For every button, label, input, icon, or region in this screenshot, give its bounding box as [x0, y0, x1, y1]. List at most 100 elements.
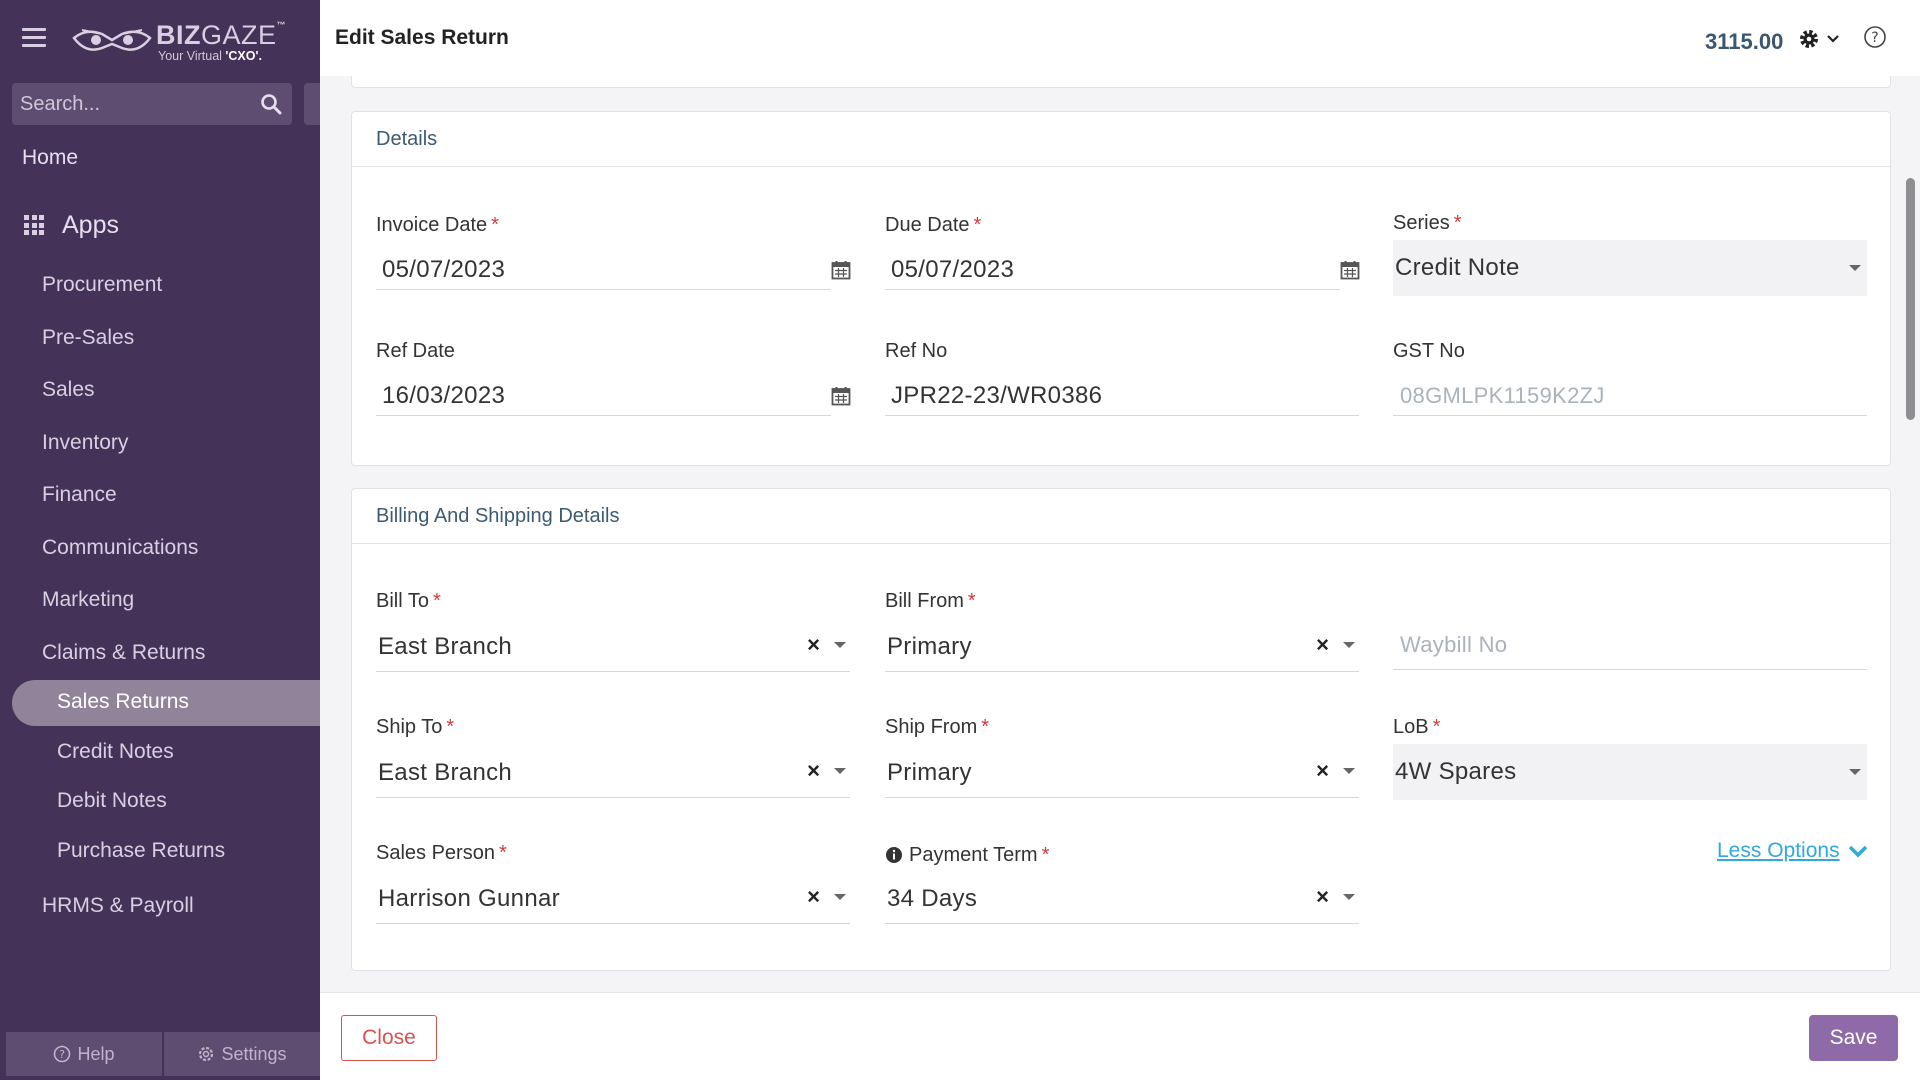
clear-icon[interactable]: ×: [1316, 886, 1329, 908]
nav-finance[interactable]: Finance: [42, 483, 117, 507]
bill-to-field: Bill To * East Branch ×: [376, 590, 850, 672]
bill-from-select[interactable]: Primary ×: [885, 622, 1359, 672]
gst-no-label: GST No: [1393, 340, 1465, 362]
nav-marketing[interactable]: Marketing: [42, 588, 134, 612]
invoice-date-input[interactable]: 05/07/2023: [376, 250, 831, 290]
owl-logo-icon: [72, 29, 152, 51]
lob-select[interactable]: 4W Spares: [1393, 744, 1867, 800]
bill-to-select[interactable]: East Branch ×: [376, 622, 850, 672]
form-scroll-area[interactable]: Details Invoice Date * 05/07/2023 Due Dat…: [320, 76, 1920, 992]
dropdown-arrow-icon: [1849, 265, 1861, 271]
chevron-down-icon[interactable]: [1826, 34, 1840, 44]
calendar-icon[interactable]: [1340, 260, 1360, 280]
less-options-link[interactable]: Less Options: [1717, 839, 1868, 863]
nav-credit-notes[interactable]: Credit Notes: [57, 740, 174, 764]
dropdown-arrow-icon[interactable]: [1343, 894, 1355, 900]
due-date-label: Due Date *: [885, 214, 982, 236]
ref-date-label: Ref Date: [376, 340, 455, 362]
payment-term-select[interactable]: 34 Days ×: [885, 874, 1359, 924]
ship-to-select[interactable]: East Branch ×: [376, 748, 850, 798]
due-date-input[interactable]: 05/07/2023: [885, 250, 1340, 290]
dropdown-arrow-icon[interactable]: [834, 768, 846, 774]
dropdown-arrow-icon: [1849, 769, 1861, 775]
nav-inventory[interactable]: Inventory: [42, 431, 128, 455]
scrollbar-thumb[interactable]: [1906, 178, 1915, 420]
sidebar-search: [12, 83, 292, 125]
details-heading: Details: [352, 112, 1890, 167]
clear-icon[interactable]: ×: [1316, 634, 1329, 656]
dropdown-arrow-icon[interactable]: [1343, 768, 1355, 774]
nav-home[interactable]: Home: [22, 146, 78, 170]
nav-debit-notes[interactable]: Debit Notes: [57, 789, 167, 813]
nav-communications[interactable]: Communications: [42, 536, 198, 560]
clear-icon[interactable]: ×: [807, 634, 820, 656]
dropdown-arrow-icon[interactable]: [1343, 642, 1355, 648]
nav-sales-returns-label: Sales Returns: [57, 690, 189, 713]
details-card: Details Invoice Date * 05/07/2023 Due Dat…: [351, 111, 1891, 466]
lob-label: LoB *: [1393, 716, 1441, 738]
nav-pre-sales[interactable]: Pre-Sales: [42, 326, 134, 350]
scrollbar[interactable]: [1906, 126, 1916, 992]
series-field: Series * Credit Note: [1393, 212, 1867, 296]
ref-no-input[interactable]: JPR22-23/WR0386: [885, 376, 1359, 416]
total-amount: 3115.00: [1705, 29, 1784, 54]
waybill-input[interactable]: Waybill No: [1393, 620, 1867, 670]
nav-claims-returns[interactable]: Claims & Returns: [42, 641, 205, 665]
sidebar: BIZGAZE™ Your Virtual 'CXO'. Home Apps P…: [0, 0, 320, 1080]
payment-term-field: Payment Term * 34 Days ×: [885, 842, 1359, 924]
ref-date-input[interactable]: 16/03/2023: [376, 376, 831, 416]
clear-icon[interactable]: ×: [1316, 760, 1329, 782]
lob-field: LoB * 4W Spares: [1393, 716, 1867, 800]
dropdown-arrow-icon[interactable]: [834, 894, 846, 900]
grid-icon: [24, 215, 44, 235]
close-button[interactable]: Close: [341, 1015, 437, 1061]
ref-no-field: Ref No JPR22-23/WR0386: [885, 340, 1359, 416]
ship-from-field: Ship From * Primary ×: [885, 716, 1359, 798]
apps-label: Apps: [62, 210, 119, 239]
clear-icon[interactable]: ×: [807, 760, 820, 782]
bill-to-label: Bill To *: [376, 590, 441, 612]
help-button[interactable]: ? Help: [6, 1032, 162, 1076]
gst-no-input[interactable]: 08GMLPK1159K2ZJ: [1393, 376, 1867, 416]
calendar-icon[interactable]: [831, 260, 851, 280]
clear-icon[interactable]: ×: [807, 886, 820, 908]
series-select[interactable]: Credit Note: [1393, 240, 1867, 296]
sales-person-select[interactable]: Harrison Gunnar ×: [376, 874, 850, 924]
sales-person-label: Sales Person *: [376, 842, 507, 864]
billing-shipping-card: Billing And Shipping Details Bill To * Ea…: [351, 488, 1891, 971]
invoice-date-label: Invoice Date *: [376, 214, 499, 236]
ship-to-field: Ship To * East Branch ×: [376, 716, 850, 798]
svg-text:?: ?: [1871, 30, 1878, 46]
save-button[interactable]: Save: [1809, 1015, 1898, 1061]
nav-sales[interactable]: Sales: [42, 378, 95, 402]
invoice-date-field: Invoice Date * 05/07/2023: [376, 214, 851, 290]
ship-from-select[interactable]: Primary ×: [885, 748, 1359, 798]
search-icon[interactable]: [260, 93, 282, 115]
menu-icon[interactable]: [22, 28, 46, 48]
nav-sales-returns[interactable]: Sales Returns: [12, 680, 320, 726]
chevron-down-icon: [1848, 845, 1867, 858]
nav-apps[interactable]: Apps: [24, 210, 119, 240]
brand-name: BIZGAZE™: [156, 20, 287, 50]
info-icon[interactable]: [885, 846, 903, 864]
sidebar-footer: ? Help Settings: [6, 1032, 320, 1076]
help-circle-icon[interactable]: ?: [1863, 25, 1887, 49]
help-icon: ?: [54, 1045, 71, 1063]
gear-icon[interactable]: [1798, 28, 1820, 50]
brand-logo[interactable]: BIZGAZE™ Your Virtual 'CXO'.: [72, 18, 292, 68]
calendar-icon[interactable]: [831, 386, 851, 406]
nav-hrms-payroll[interactable]: HRMS & Payroll: [42, 894, 194, 918]
page-title: Edit Sales Return: [335, 26, 509, 49]
sales-person-field: Sales Person * Harrison Gunnar ×: [376, 842, 850, 924]
billing-heading: Billing And Shipping Details: [352, 489, 1890, 544]
nav-procurement[interactable]: Procurement: [42, 273, 162, 297]
dropdown-arrow-icon[interactable]: [834, 642, 846, 648]
sidebar-toggle-tab[interactable]: [304, 83, 320, 125]
nav-purchase-returns[interactable]: Purchase Returns: [57, 839, 225, 863]
ref-date-field: Ref Date 16/03/2023: [376, 340, 851, 416]
settings-button[interactable]: Settings: [162, 1032, 320, 1076]
search-input[interactable]: [12, 83, 252, 125]
app-root: BIZGAZE™ Your Virtual 'CXO'. Home Apps P…: [0, 0, 1920, 1080]
ship-to-label: Ship To *: [376, 716, 455, 738]
ship-from-label: Ship From *: [885, 716, 990, 738]
